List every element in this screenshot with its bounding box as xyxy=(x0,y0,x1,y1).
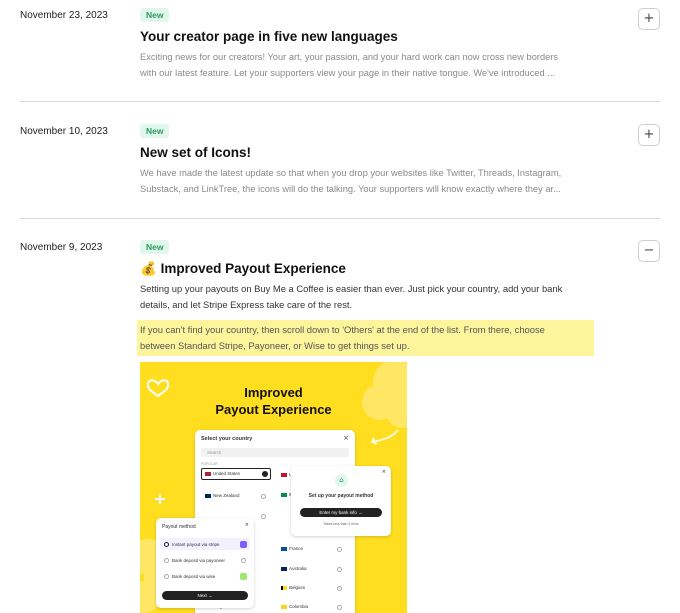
expand-button[interactable]: + xyxy=(638,124,660,146)
new-badge: New xyxy=(140,8,170,22)
flag-icon xyxy=(281,605,287,609)
close-icon[interactable]: × xyxy=(245,522,249,528)
method-radio[interactable] xyxy=(164,574,169,579)
divider xyxy=(20,101,660,102)
bank-icon: ⌂ xyxy=(335,474,348,487)
payout-promo-image: Improved Payout Experience Select your c… xyxy=(140,362,407,613)
flag-icon xyxy=(281,473,287,477)
enter-bank-info-button[interactable]: Enter my bank info → xyxy=(300,508,382,517)
entry-title[interactable]: 💰 Improved Payout Experience xyxy=(140,261,346,277)
country-radio[interactable] xyxy=(337,586,342,591)
country-radio[interactable] xyxy=(337,605,342,610)
method-radio[interactable] xyxy=(164,558,169,563)
entry-title[interactable]: New set of Icons! xyxy=(140,145,251,160)
next-button[interactable]: Next → xyxy=(162,591,248,600)
close-icon[interactable]: × xyxy=(343,434,349,442)
flag-icon xyxy=(205,472,211,476)
country-search-input[interactable] xyxy=(201,448,349,457)
highlighted-note: If you can't find your country, then scr… xyxy=(137,320,594,356)
check-icon xyxy=(262,471,268,477)
entry-date: November 23, 2023 xyxy=(20,10,108,21)
country-radio[interactable] xyxy=(337,547,342,552)
entry-excerpt: We have made the latest update so that w… xyxy=(140,168,562,194)
entry-date: November 9, 2023 xyxy=(20,242,103,253)
wise-logo-icon xyxy=(240,573,247,580)
stripe-logo-icon xyxy=(240,541,247,548)
flag-icon xyxy=(281,567,287,571)
divider xyxy=(20,218,660,219)
new-badge: New xyxy=(140,240,170,254)
entry-title[interactable]: Your creator page in five new languages xyxy=(140,29,398,44)
sparkle-icon xyxy=(155,494,165,504)
expand-button[interactable]: + xyxy=(638,8,660,30)
country-radio[interactable] xyxy=(337,567,342,572)
flag-icon xyxy=(205,494,211,498)
entry-excerpt: Exciting news for our creators! Your art… xyxy=(140,52,559,78)
promo-title: Improved Payout Experience xyxy=(215,385,332,417)
collapse-button[interactable]: − xyxy=(638,240,660,262)
close-icon[interactable]: × xyxy=(382,469,386,475)
country-radio[interactable] xyxy=(261,494,266,499)
entry-date: November 10, 2023 xyxy=(20,126,108,137)
flag-icon xyxy=(281,547,287,551)
country-radio[interactable] xyxy=(261,514,266,519)
entry-body: Setting up your payouts on Buy Me a Coff… xyxy=(140,283,563,310)
new-badge: New xyxy=(140,124,170,138)
money-bag-icon: 💰 xyxy=(140,261,157,277)
payout-method-card: Payout method × Instant payout via strip… xyxy=(156,518,254,608)
payout-setup-card: × ⌂ Set up your payout method Enter my b… xyxy=(291,466,391,536)
flag-icon xyxy=(281,493,287,497)
radio-selected xyxy=(164,542,169,547)
arrow-doodle-icon xyxy=(372,429,399,443)
flag-icon xyxy=(281,586,287,590)
